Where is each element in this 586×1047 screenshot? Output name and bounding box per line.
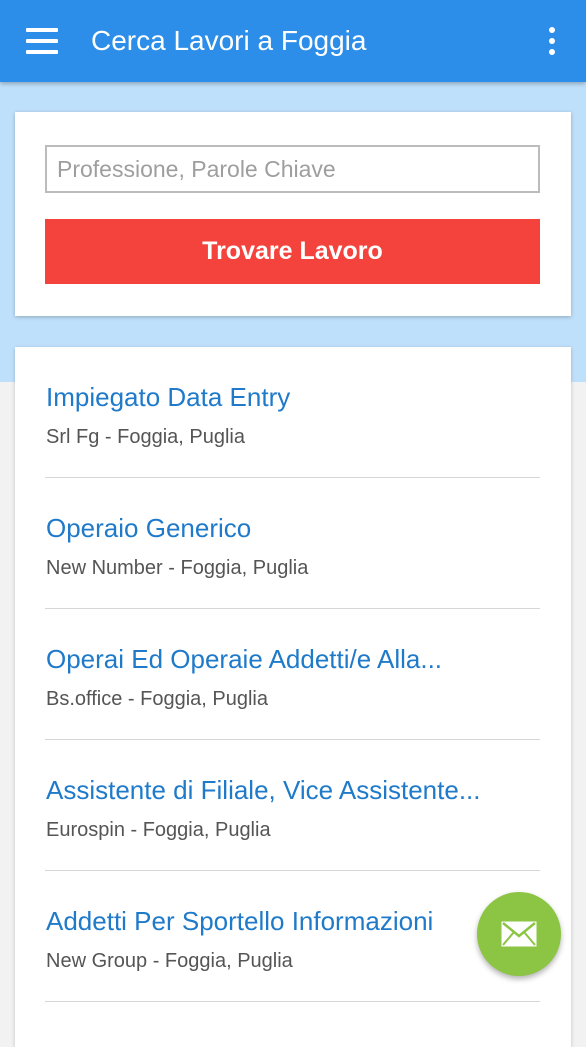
more-vertical-icon[interactable]	[540, 26, 564, 56]
job-list-item[interactable]: Assistente di Filiale, Vice Assistente..…	[45, 740, 540, 871]
job-title[interactable]: Operaio Generico	[46, 512, 251, 544]
job-company-location: New Group - Foggia, Puglia	[46, 950, 293, 972]
job-title[interactable]: Assistente di Filiale, Vice Assistente..…	[46, 774, 481, 806]
job-company-location: Srl Fg - Foggia, Puglia	[46, 426, 245, 448]
job-title[interactable]: Impiegato Data Entry	[46, 381, 290, 413]
hamburger-menu-icon[interactable]	[26, 28, 58, 54]
job-company-location: New Number - Foggia, Puglia	[46, 557, 309, 579]
find-jobs-button[interactable]: Trovare Lavoro	[45, 219, 540, 284]
job-company-location: Eurospin - Foggia, Puglia	[46, 819, 271, 841]
job-company-location: Bs.office - Foggia, Puglia	[46, 688, 268, 710]
job-title[interactable]: Operai Ed Operaie Addetti/e Alla...	[46, 643, 442, 675]
list-divider	[45, 1001, 540, 1002]
job-title[interactable]: Addetti Per Sportello Informazioni	[46, 905, 433, 937]
mail-icon	[501, 921, 537, 947]
search-input[interactable]	[45, 145, 540, 193]
job-list-item[interactable]: Operaio Generico New Number - Foggia, Pu…	[45, 478, 540, 609]
email-alert-fab[interactable]	[477, 892, 561, 976]
job-list-item[interactable]: Operai Ed Operaie Addetti/e Alla... Bs.o…	[45, 609, 540, 740]
search-card: Trovare Lavoro	[15, 112, 571, 316]
app-bar: Cerca Lavori a Foggia	[0, 0, 586, 82]
job-list-item[interactable]: Impiegato Data Entry Srl Fg - Foggia, Pu…	[45, 347, 540, 478]
page-title: Cerca Lavori a Foggia	[91, 25, 367, 56]
job-list-item[interactable]: Addetti Per Sportello Informazioni New G…	[45, 871, 540, 1002]
